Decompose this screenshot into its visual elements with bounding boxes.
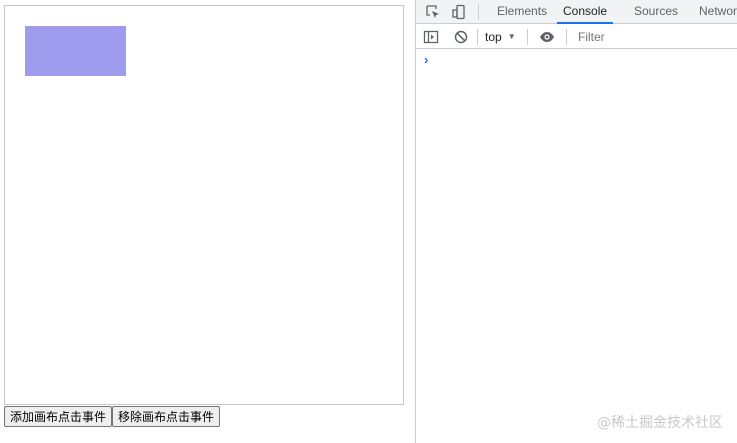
tab-network[interactable]: Network — [693, 0, 737, 24]
drawing-canvas[interactable] — [4, 5, 404, 405]
remove-canvas-click-event-button[interactable]: 移除画布点击事件 — [112, 406, 221, 427]
add-canvas-click-event-button[interactable]: 添加画布点击事件 — [4, 406, 113, 427]
device-toolbar-icon[interactable] — [450, 3, 468, 21]
sidebar-toggle-icon[interactable] — [422, 28, 440, 46]
canvas-rectangle — [25, 26, 126, 76]
context-selector[interactable]: top ▼ — [485, 29, 516, 45]
clear-console-icon[interactable] — [452, 28, 470, 46]
toolbar-separator — [477, 29, 478, 45]
watermark: @稀土掘金技术社区 — [597, 415, 723, 431]
console-output[interactable]: › — [416, 49, 737, 443]
screenshot-root: 添加画布点击事件 移除画布点击事件 Elements Console Sourc… — [0, 0, 737, 443]
toolbar-separator — [527, 29, 528, 45]
context-selector-label: top — [485, 30, 502, 44]
page-viewport: 添加画布点击事件 移除画布点击事件 — [0, 0, 415, 443]
tab-elements[interactable]: Elements — [491, 0, 553, 24]
inspect-element-icon[interactable] — [424, 3, 442, 21]
console-toolbar: top ▼ — [416, 25, 737, 49]
toolbar-separator — [566, 29, 567, 45]
filter-input[interactable] — [572, 28, 737, 46]
button-row: 添加画布点击事件 移除画布点击事件 — [4, 406, 221, 427]
eye-icon[interactable] — [538, 28, 556, 46]
console-prompt[interactable]: › — [424, 52, 428, 67]
tab-sources[interactable]: Sources — [628, 0, 684, 24]
dropdown-arrow-icon: ▼ — [507, 32, 516, 41]
devtools-tabbar: Elements Console Sources Network — [416, 0, 737, 24]
tab-console[interactable]: Console — [557, 0, 614, 24]
devtools-panel: Elements Console Sources Network — [415, 0, 737, 443]
tabbar-separator — [478, 4, 479, 20]
